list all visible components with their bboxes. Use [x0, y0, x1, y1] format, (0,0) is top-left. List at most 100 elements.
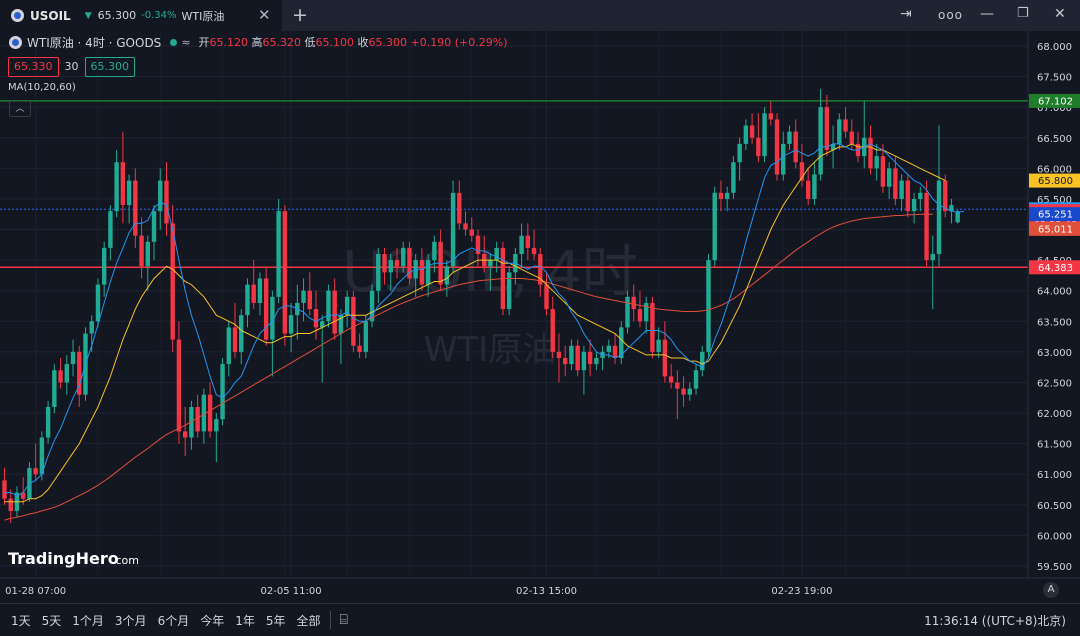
price-label: 67.102: [1038, 96, 1073, 107]
indicator-label[interactable]: MA(10,20,60): [8, 82, 76, 93]
symbol-globe-icon: [9, 35, 22, 49]
close-window-icon[interactable]: ✕: [1054, 6, 1066, 22]
down-triangle-icon: ▼: [84, 10, 92, 21]
price-label: 65.011: [1038, 224, 1073, 235]
range-1m[interactable]: 1个月: [72, 612, 104, 629]
candle-body: [170, 223, 175, 340]
range-all[interactable]: 全部: [297, 612, 321, 629]
restore-icon[interactable]: ❐: [1017, 6, 1029, 21]
candle-body: [89, 321, 94, 334]
x-tick-label: 01-28 07:00: [5, 586, 66, 597]
candle-body: [643, 302, 649, 322]
close-value: 65.300: [368, 35, 408, 49]
buy-price-button[interactable]: 65.300: [84, 57, 135, 77]
range-3m[interactable]: 3个月: [115, 612, 147, 629]
candle-body: [781, 143, 786, 175]
candle-body: [363, 321, 369, 352]
spread-value: 30: [64, 60, 79, 73]
sell-price-button[interactable]: 65.330: [8, 57, 59, 77]
x-tick-label: 02-05 11:00: [261, 586, 322, 597]
candle-body: [843, 119, 848, 132]
candle-body: [837, 119, 842, 144]
symbol-tab[interactable]: USOIL ▼ 65.300 -0.34% WTI原油 ✕: [0, 0, 282, 31]
candle-body: [893, 168, 898, 199]
candle-body: [33, 468, 38, 475]
candle-body: [575, 345, 580, 371]
approx-icon: ≈: [181, 35, 191, 49]
candle-body: [818, 107, 823, 175]
y-tick-label: 67.500: [1037, 73, 1072, 84]
close-tab-icon[interactable]: ✕: [258, 6, 271, 24]
candle-body: [581, 351, 587, 371]
candle-body: [282, 211, 288, 334]
range-1y[interactable]: 1年: [235, 612, 255, 629]
candle-body: [382, 254, 387, 273]
y-tick-label: 61.500: [1037, 440, 1072, 451]
price-chart[interactable]: USOIL, 4时 WTI原油 68.00067.50067.00066.500…: [0, 31, 1080, 603]
candle-body: [263, 278, 269, 340]
range-1d[interactable]: 1天: [11, 612, 31, 629]
candle-body: [519, 235, 524, 254]
y-tick-label: 62.500: [1037, 378, 1072, 389]
candle-body: [712, 192, 717, 261]
candle-body: [276, 211, 281, 297]
open-label: 开: [198, 36, 210, 49]
candle-body: [868, 137, 873, 169]
candle-body: [687, 388, 692, 395]
candle-body: [176, 339, 182, 432]
candle-body: [668, 376, 674, 383]
candle-body: [425, 260, 431, 285]
collapse-legend-icon[interactable]: ︿: [9, 101, 31, 117]
candle-body: [787, 131, 792, 144]
candle-body: [457, 192, 462, 224]
candle-body: [943, 180, 948, 212]
legend-title[interactable]: WTI原油 · 4时 · GOODS: [27, 34, 161, 51]
range-6m[interactable]: 6个月: [158, 612, 190, 629]
range-5y[interactable]: 5年: [266, 612, 286, 629]
candle-body: [905, 180, 911, 212]
y-tick-label: 63.500: [1037, 317, 1072, 328]
candle-body: [401, 247, 406, 267]
bottom-toolbar: 1天 5天 1个月 3个月 6个月 今年 1年 5年 全部 ⌸ 11:36:14…: [0, 603, 1080, 636]
minimize-icon[interactable]: —: [980, 6, 994, 22]
new-tab-button[interactable]: +: [292, 4, 308, 26]
more-icon[interactable]: ooo: [938, 8, 963, 22]
candle-body: [625, 296, 630, 328]
range-ytd[interactable]: 今年: [200, 612, 224, 629]
candle-body: [849, 131, 854, 144]
auto-scale-button[interactable]: A: [1043, 582, 1059, 598]
clock[interactable]: 11:36:14 ((UTC+8)北京): [924, 612, 1066, 629]
candle-body: [139, 235, 144, 267]
low-label: 低: [304, 36, 316, 49]
candle-body: [388, 260, 393, 273]
candle-body: [911, 198, 917, 212]
range-5d[interactable]: 5天: [42, 612, 62, 629]
candle-body: [108, 211, 113, 248]
candle-body: [749, 125, 755, 138]
high-label: 高: [251, 36, 263, 49]
candle-body: [182, 431, 188, 438]
candle-body: [924, 192, 929, 261]
open-value: 65.120: [209, 35, 249, 49]
candle-body: [675, 382, 680, 389]
candle-body: [133, 180, 138, 236]
tab-symbol: USOIL: [30, 8, 71, 23]
goto-date-icon[interactable]: ⌸: [340, 612, 348, 628]
candle-body: [52, 370, 57, 407]
title-bar: USOIL ▼ 65.300 -0.34% WTI原油 ✕ + ⇥ ooo — …: [0, 0, 1080, 32]
candle-body: [326, 290, 331, 322]
tab-change: -0.34%: [141, 10, 177, 21]
candle-body: [239, 315, 244, 352]
candle-body: [569, 345, 574, 365]
candle-body: [220, 364, 225, 420]
candle-body: [693, 370, 699, 389]
candle-body: [706, 260, 711, 352]
x-tick-label: 02-23 19:00: [771, 586, 832, 597]
candle-body: [886, 168, 892, 187]
candle-body: [531, 247, 537, 254]
candle-body: [450, 192, 456, 267]
candle-body: [606, 345, 612, 352]
candle-body: [488, 260, 493, 267]
exit-icon[interactable]: ⇥: [900, 6, 912, 22]
candle-body: [351, 296, 356, 346]
